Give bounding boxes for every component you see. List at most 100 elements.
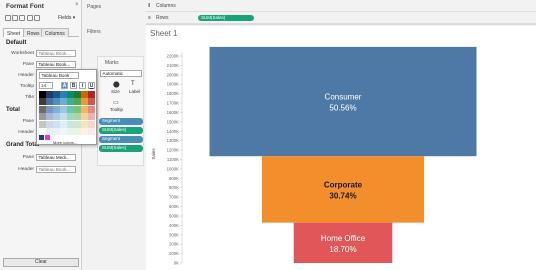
color-swatch[interactable] — [67, 91, 74, 98]
color-swatch[interactable] — [74, 113, 81, 121]
color-swatch[interactable] — [81, 105, 88, 113]
align-icon[interactable] — [12, 15, 19, 21]
rows-sum-sales-pill[interactable]: SUM(Sales) — [198, 14, 254, 21]
mark-type-dropdown[interactable]: Automatic — [100, 70, 142, 77]
color-swatch[interactable] — [67, 120, 74, 128]
color-swatch[interactable] — [53, 120, 60, 128]
rows-shelf[interactable]: ≡ Rows SUM(Sales) — [146, 13, 536, 24]
label-label[interactable]: Label — [129, 89, 140, 94]
color-swatch[interactable] — [60, 98, 67, 106]
color-swatch[interactable] — [39, 113, 46, 121]
color-swatch[interactable] — [81, 128, 88, 135]
color-swatch[interactable] — [39, 105, 46, 113]
columns-shelf[interactable]: ⦀ Columns — [146, 1, 536, 12]
font-size-field[interactable]: 14 — [39, 82, 53, 89]
color-swatch[interactable] — [81, 113, 88, 121]
label-icon[interactable]: T — [131, 81, 135, 87]
lines-icon[interactable] — [33, 15, 40, 21]
font-family-dropdown[interactable]: Tableau Book — [39, 72, 79, 79]
color-swatch[interactable] — [46, 98, 53, 106]
tooltip-mark-label[interactable]: Tooltip — [110, 107, 123, 112]
size-icon[interactable]: ⬤ — [113, 81, 120, 88]
sales-chart: 0K 100K 200K 300K 400K 500K 600K 700K 800K 900K 10… — [151, 46, 477, 266]
color-swatch[interactable] — [53, 98, 60, 106]
color-swatch[interactable] — [46, 120, 53, 128]
color-swatch[interactable] — [60, 105, 67, 113]
color-swatch[interactable] — [39, 128, 46, 135]
color-swatch[interactable] — [74, 128, 81, 135]
color-swatch[interactable] — [81, 91, 88, 98]
worksheet-font-dropdown[interactable]: Tableau Book... — [36, 50, 76, 57]
recent-colors — [39, 135, 51, 142]
pane-font-dropdown[interactable]: Tableau Book... — [36, 61, 76, 68]
color-swatch[interactable] — [88, 98, 95, 106]
color-swatch[interactable] — [81, 120, 88, 128]
color-swatch[interactable] — [39, 98, 46, 106]
bold-button[interactable]: B — [70, 82, 77, 89]
y-tick-label: 1100K — [167, 157, 179, 162]
color-swatch[interactable] — [60, 120, 67, 128]
segment-pill[interactable]: Segment — [99, 118, 143, 125]
color-swatch[interactable] — [67, 128, 74, 135]
y-tick-label: 1700K — [167, 101, 180, 106]
y-tick-label: 1200K — [167, 148, 180, 153]
more-colors-link[interactable]: More colors... — [53, 140, 77, 145]
y-tick-label: 2200K — [167, 54, 180, 59]
color-swatch[interactable] — [88, 113, 95, 121]
shading-icon[interactable] — [19, 15, 26, 21]
sum-sales-pill[interactable]: SUM(Sales) — [99, 127, 143, 134]
color-swatch[interactable] — [39, 120, 46, 128]
tooltip-icon[interactable]: ▭ — [113, 99, 119, 106]
color-swatch[interactable] — [53, 91, 60, 98]
gt-pane-font-dropdown[interactable]: Tableau Medi... — [36, 154, 76, 161]
y-tick-label: 2100K — [167, 63, 180, 68]
font-popup: Tableau Book 14 A B I U More colors... — [36, 69, 97, 145]
color-swatch[interactable] — [74, 91, 81, 98]
y-tick-label: 1800K — [167, 91, 180, 96]
fields-dropdown[interactable]: Fields ▾ — [58, 15, 75, 21]
color-swatch[interactable] — [74, 105, 81, 113]
color-swatch[interactable] — [39, 91, 46, 98]
color-swatch[interactable] — [88, 128, 95, 135]
color-swatch[interactable] — [74, 98, 81, 106]
close-icon[interactable]: × — [75, 2, 79, 8]
y-tick-label: 0K — [174, 261, 179, 266]
sum-sales-pill[interactable]: SUM(Sales) — [99, 145, 143, 152]
color-swatch[interactable] — [53, 105, 60, 113]
color-swatch[interactable] — [67, 113, 74, 121]
y-tick-label: 1400K — [167, 129, 180, 134]
y-tick-label: 1300K — [167, 138, 180, 143]
recent-color-swatch[interactable] — [39, 135, 44, 140]
color-swatch[interactable] — [46, 105, 53, 113]
color-swatch[interactable] — [60, 91, 67, 98]
color-swatch[interactable] — [74, 120, 81, 128]
color-swatch[interactable] — [46, 91, 53, 98]
gt-header-font-dropdown[interactable]: Tableau Book... — [36, 166, 76, 173]
color-swatch[interactable] — [60, 128, 67, 135]
color-button[interactable]: A — [61, 82, 68, 89]
color-swatch[interactable] — [60, 113, 67, 121]
color-swatch[interactable] — [46, 113, 53, 121]
gt-pane-label: Pane — [22, 155, 34, 160]
color-swatch[interactable] — [67, 98, 74, 106]
italic-button[interactable]: I — [79, 82, 86, 89]
clear-button[interactable]: Clear — [3, 258, 79, 267]
color-swatch[interactable] — [67, 105, 74, 113]
color-swatch[interactable] — [88, 120, 95, 128]
color-swatch[interactable] — [88, 91, 95, 98]
borders-icon[interactable] — [26, 15, 33, 21]
tab-sheet[interactable]: Sheet — [3, 28, 25, 37]
tooltip-label: Tooltip — [20, 84, 34, 89]
color-swatch[interactable] — [88, 105, 95, 113]
font-format-icon[interactable] — [5, 15, 11, 21]
size-label[interactable]: Size — [111, 89, 120, 94]
color-swatch[interactable] — [81, 98, 88, 106]
color-swatch[interactable] — [46, 128, 53, 135]
color-swatch[interactable] — [53, 113, 60, 121]
tab-columns[interactable]: Columns — [41, 28, 69, 37]
recent-color-swatch[interactable] — [45, 135, 50, 140]
color-swatch-grid — [39, 91, 95, 135]
segment-pill[interactable]: Segment — [99, 136, 143, 143]
color-swatch[interactable] — [53, 128, 60, 135]
underline-button[interactable]: U — [88, 82, 95, 89]
